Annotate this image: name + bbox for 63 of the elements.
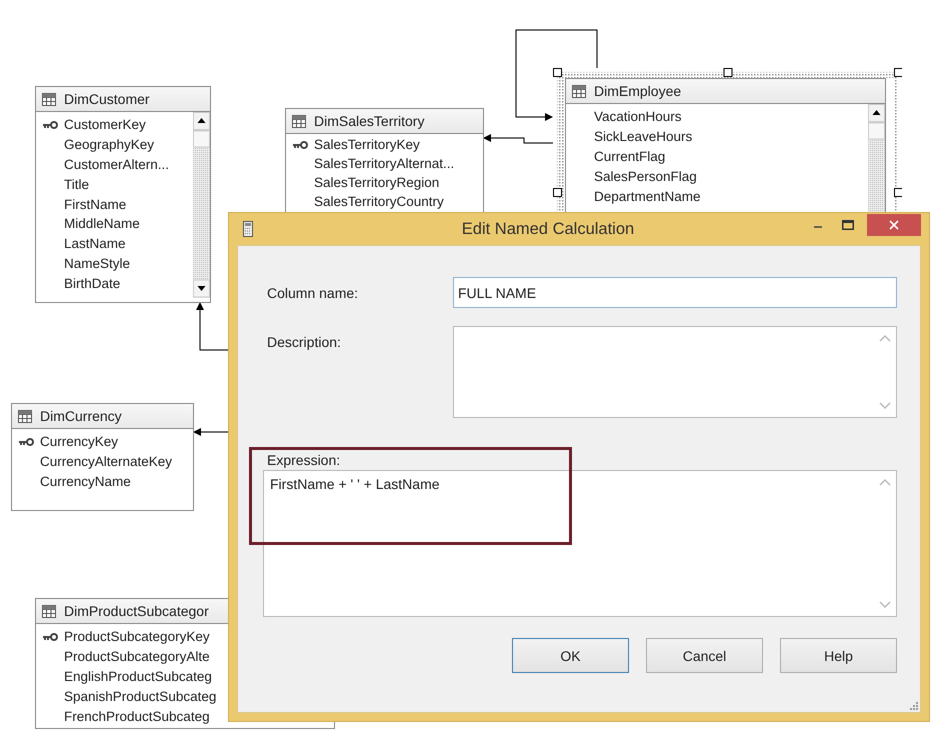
column-name: GeographyKey — [64, 137, 154, 152]
close-icon — [889, 220, 899, 230]
table-icon — [42, 604, 56, 618]
column-name: SickLeaveHours — [594, 129, 692, 144]
column-name: ProductSubcategoryKey — [64, 629, 210, 644]
table-title: DimCurrency — [40, 408, 122, 424]
column-name: CurrencyAlternateKey — [40, 454, 172, 470]
column-name: EnglishProductSubcateg — [64, 668, 212, 684]
dialog-button[interactable]: Help — [780, 638, 897, 673]
column-name: DepartmentName — [594, 188, 701, 204]
column-name: SalesTerritoryCountry — [314, 194, 444, 209]
table-title: DimCustomer — [64, 91, 150, 107]
column-name: SalesPersonFlag — [594, 168, 697, 184]
scroll-down-icon — [879, 601, 891, 609]
column-name: NameStyle — [64, 256, 130, 271]
connector-arrow — [193, 428, 228, 436]
scroll-up-icon — [879, 478, 891, 486]
column-name: Title — [64, 176, 90, 192]
expression-field[interactable]: FirstName + ' ' + LastName — [263, 470, 897, 617]
table-icon — [572, 84, 586, 98]
column-name: FrenchProductSubcateg — [64, 708, 210, 724]
scroll-down-icon — [879, 402, 891, 410]
table-icon — [292, 114, 306, 128]
scroll-up-icon — [879, 334, 891, 342]
column-name: CurrencyKey — [40, 434, 118, 450]
dialog-button[interactable]: Cancel — [646, 638, 763, 673]
table-icon — [42, 92, 56, 106]
column-name: SalesTerritoryRegion — [314, 175, 440, 190]
column-name: VacationHours — [594, 109, 682, 124]
column-name: SalesTerritoryAlternat... — [314, 156, 454, 171]
text-area[interactable] — [453, 326, 897, 418]
key-icon — [18, 438, 34, 446]
field-label: Column name: — [267, 284, 360, 303]
diagram-table[interactable]: DimCustomer CustomerKey GeographyKey CustomerAltern... Title FirstName MiddleName LastName NameStyle BirthDate — [35, 86, 211, 303]
dialog-button[interactable]: OK — [512, 638, 629, 673]
column-name: BirthDate — [64, 276, 120, 291]
column-name: LastName — [64, 236, 126, 252]
table-icon — [18, 410, 32, 422]
column-name: CurrentFlag — [594, 148, 666, 164]
field-label: Description: — [267, 333, 342, 352]
column-name: FirstName — [64, 196, 126, 212]
diagram-table[interactable]: DimCurrency CurrencyKey CurrencyAlternateKey CurrencyName — [11, 403, 194, 511]
column-name: SalesTerritoryKey — [314, 137, 420, 152]
input-field[interactable]: FULL NAME — [453, 277, 897, 308]
resize-grip-icon — [910, 702, 918, 710]
key-icon — [42, 632, 58, 641]
table-title: DimEmployee — [594, 83, 682, 99]
column-name: CurrencyName — [40, 474, 131, 489]
connector-arrow — [196, 302, 228, 350]
column-name: MiddleName — [64, 216, 140, 232]
column-name: SpanishProductSubcateg — [64, 688, 216, 704]
column-name: CustomerAltern... — [64, 156, 170, 172]
table-title: DimSalesTerritory — [314, 113, 424, 129]
key-icon — [42, 120, 58, 129]
connector-arrow — [483, 134, 554, 144]
close-button[interactable] — [867, 214, 921, 236]
maximize-icon — [842, 220, 854, 230]
column-name: CustomerKey — [64, 117, 146, 132]
column-name: ProductSubcategoryAlte — [64, 649, 210, 664]
key-icon — [292, 140, 308, 148]
table-title: DimProductSubcategor — [64, 603, 209, 619]
field-label: Expression: — [267, 452, 340, 470]
calculator-icon — [243, 221, 253, 237]
